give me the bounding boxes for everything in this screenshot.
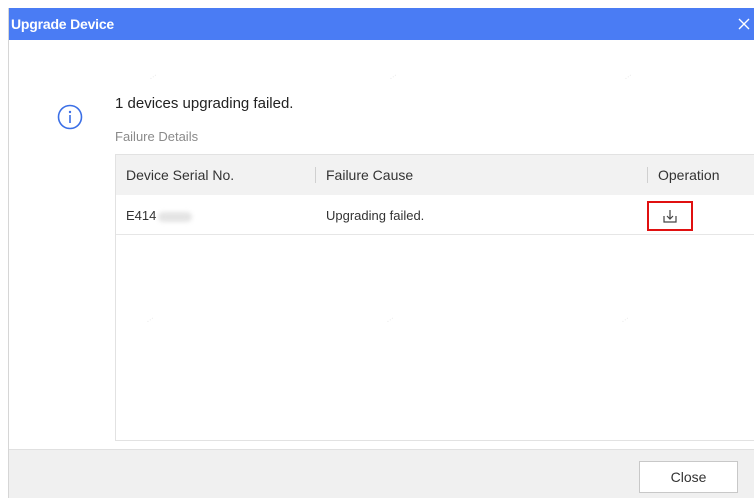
column-header-cause: Failure Cause xyxy=(326,167,414,183)
watermark: ··· xyxy=(384,313,396,326)
watermark: ··· xyxy=(619,313,631,326)
failure-details-label: Failure Details xyxy=(115,129,199,144)
close-icon[interactable] xyxy=(734,13,754,35)
watermark: ··· xyxy=(147,70,159,83)
failure-message: 1 devices upgrading failed. xyxy=(115,95,294,112)
column-divider xyxy=(647,167,648,183)
close-button[interactable]: Close xyxy=(639,461,738,493)
device-serial-value: E414 xyxy=(126,208,157,223)
failure-table: Device Serial No. Failure Cause Operatio… xyxy=(115,154,754,441)
redacted-serial xyxy=(158,211,193,222)
dialog-title: Upgrade Device xyxy=(11,16,115,32)
failure-cause-cell: Upgrading failed. xyxy=(326,208,425,223)
column-header-serial: Device Serial No. xyxy=(126,167,235,183)
info-circle-icon xyxy=(57,104,83,130)
dialog-footer: Close xyxy=(9,449,754,498)
upgrade-device-dialog: Upgrade Device ··· ··· ··· 1 devices upg… xyxy=(8,8,754,498)
dialog-titlebar: Upgrade Device xyxy=(9,8,754,40)
download-log-button[interactable] xyxy=(647,201,693,231)
table-header: Device Serial No. Failure Cause Operatio… xyxy=(116,155,754,195)
watermark: ··· xyxy=(387,70,399,83)
watermark: ··· xyxy=(622,70,634,83)
watermark: ··· xyxy=(144,313,156,326)
column-header-operation: Operation xyxy=(658,167,720,183)
table-row: E414 Upgrading failed. xyxy=(116,195,754,235)
column-divider xyxy=(315,167,316,183)
device-serial-cell: E414 xyxy=(126,208,193,223)
